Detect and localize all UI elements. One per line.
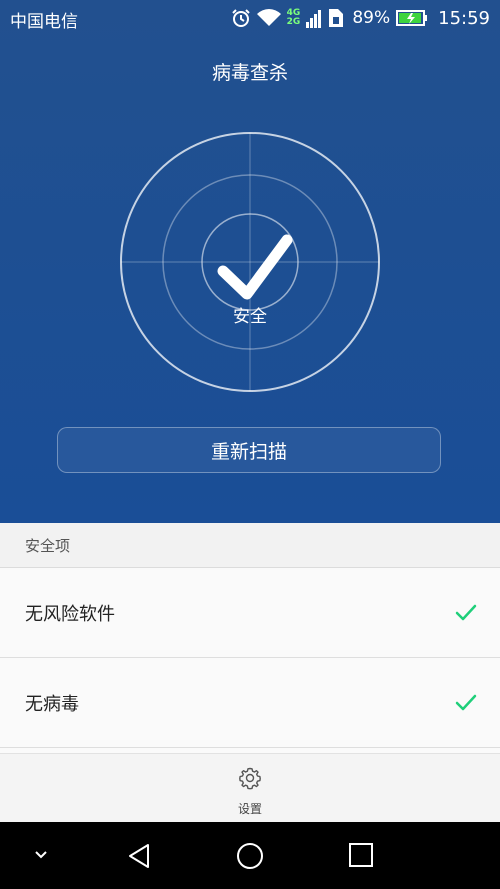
check-icon [455,694,477,710]
back-icon[interactable] [126,842,152,870]
bottom-toolbar: 设置 [0,753,500,822]
scan-panel: 中国电信 4G 2G 89% 15:59 病毒查杀 安全 重新扫描 [0,0,500,523]
alarm-icon [231,8,251,28]
settings-label: 设置 [237,802,262,816]
carrier-name: 中国电信 [10,12,78,32]
wifi-icon [256,9,281,27]
security-items-list: 安全项 无风险软件 无病毒 [0,523,500,753]
section-header: 安全项 [0,523,500,568]
settings-button[interactable]: 设置 [220,762,280,818]
check-icon [455,604,477,620]
battery-icon [396,9,428,27]
battery-percent: 89% [352,8,391,28]
status-bar: 中国电信 4G 2G 89% 15:59 [0,0,500,36]
recent-apps-icon[interactable] [348,842,374,868]
list-item-no-virus[interactable]: 无病毒 [0,658,500,748]
system-nav-bar [0,822,500,889]
checkmark-icon [217,234,293,300]
status-icons: 4G 2G 89% 15:59 [231,5,490,31]
list-item-no-risk-apps[interactable]: 无风险软件 [0,568,500,658]
chevron-down-icon[interactable] [34,850,48,860]
rescan-button[interactable]: 重新扫描 [57,427,441,473]
network-type: 4G 2G [286,8,301,27]
radar-scan-graphic [120,132,380,392]
page-title: 病毒查杀 [211,62,288,84]
signal-icon [306,8,322,28]
scan-status-label: 安全 [233,307,267,327]
sim-icon [328,8,344,28]
home-icon[interactable] [235,841,265,871]
list-item-label: 无病毒 [25,693,79,715]
list-item-label: 无风险软件 [25,603,115,625]
clock-time: 15:59 [438,7,490,29]
gear-icon [239,767,261,790]
